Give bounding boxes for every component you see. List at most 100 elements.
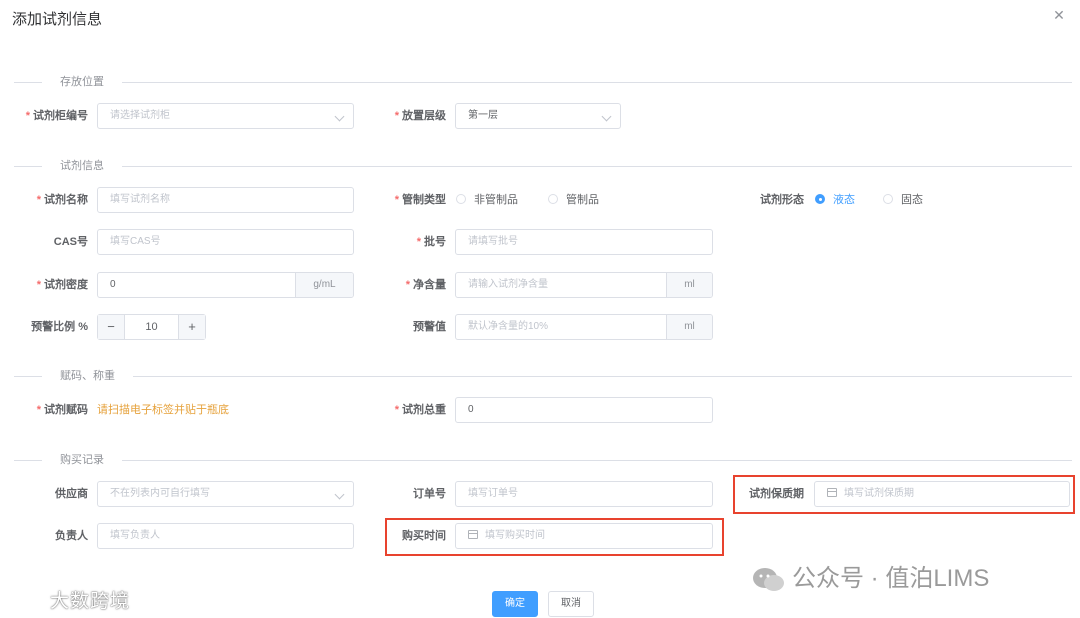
- warn-ratio-value[interactable]: 10: [125, 315, 178, 339]
- form-label-text: 试剂形态: [760, 194, 804, 206]
- cabinet-select[interactable]: 请选择试剂柜: [97, 103, 354, 129]
- confirm-button[interactable]: 确定: [492, 591, 538, 617]
- net-input-placeholder: 请输入试剂净含量: [468, 279, 548, 290]
- cabinet-select-placeholder: 请选择试剂柜: [110, 110, 170, 121]
- section-divider-reagent: 试剂信息: [14, 159, 1072, 173]
- highlight-box-buy-time: [385, 518, 724, 556]
- level-label-text: 放置层级: [402, 110, 446, 122]
- required-mark: *: [394, 404, 399, 416]
- form-label: 试剂形态: [730, 187, 804, 213]
- section-title-storage: 存放位置: [42, 75, 122, 89]
- control-type-label-text: 管制类型: [402, 194, 446, 206]
- density-label-text: 试剂密度: [44, 279, 88, 291]
- total-weight-input[interactable]: 0: [455, 397, 713, 423]
- radio-solid[interactable]: 固态: [883, 187, 923, 213]
- density-input-value: 0: [110, 279, 116, 290]
- level-label: * 放置层级: [368, 103, 446, 129]
- required-mark: *: [36, 404, 41, 416]
- radio-label: 管制品: [566, 194, 599, 206]
- watermark-logo-icon: [10, 593, 42, 608]
- owner-input[interactable]: 填写负责人: [97, 523, 354, 549]
- cas-input-placeholder: 填写CAS号: [110, 236, 161, 247]
- required-mark: *: [25, 110, 30, 122]
- net-label-text: 净含量: [413, 279, 446, 291]
- net-unit: ml: [666, 273, 712, 297]
- add-reagent-dialog: 添加试剂信息 ✕ 存放位置 * 试剂柜编号 请选择试剂柜 * 放置层级 第一层 试剂…: [0, 0, 1080, 618]
- watermark-left-text: 大数跨境: [50, 591, 131, 612]
- code-hint: 请扫描电子标签并贴于瓶底: [97, 404, 229, 416]
- cancel-button[interactable]: 取消: [548, 591, 594, 617]
- cas-input[interactable]: 填写CAS号: [97, 229, 354, 255]
- radio-circle-icon: [883, 194, 893, 205]
- chevron-down-icon: [334, 489, 345, 500]
- owner-label-text: 负责人: [55, 530, 88, 542]
- chevron-down-icon: [601, 111, 612, 122]
- radio-label: 非管制品: [474, 194, 518, 206]
- required-mark: *: [36, 279, 41, 291]
- radio-non-controlled[interactable]: 非管制品: [456, 187, 518, 213]
- minus-icon[interactable]: −: [98, 315, 125, 339]
- required-mark: *: [416, 236, 421, 248]
- section-title-reagent: 试剂信息: [42, 159, 122, 173]
- section-title-purchase: 购买记录: [42, 453, 122, 467]
- name-label-text: 试剂名称: [44, 194, 88, 206]
- supplier-label-text: 供应商: [55, 488, 88, 500]
- radio-circle-icon: [548, 194, 558, 205]
- net-label: * 净含量: [368, 272, 446, 298]
- density-unit: g/mL: [295, 273, 353, 297]
- supplier-select-placeholder: 不在列表内可自行填写: [110, 488, 210, 499]
- batch-input[interactable]: 请填写批号: [455, 229, 713, 255]
- owner-input-placeholder: 填写负责人: [110, 530, 160, 541]
- cas-label: CAS号: [10, 229, 88, 255]
- net-input[interactable]: 请输入试剂净含量 ml: [455, 272, 713, 298]
- required-mark: *: [394, 110, 399, 122]
- total-weight-label: * 试剂总重: [368, 397, 446, 423]
- warn-value-label-text: 预警值: [413, 321, 446, 333]
- warn-value-unit: ml: [666, 315, 712, 339]
- level-select-value: 第一层: [468, 110, 498, 121]
- watermark-left: 大数跨境: [8, 586, 130, 613]
- watermark-right: 公众号 · 值泊LIMS: [752, 558, 989, 594]
- total-weight-input-value: 0: [468, 404, 474, 415]
- code-label-text: 试剂赋码: [44, 404, 88, 416]
- order-input-placeholder: 填写订单号: [468, 488, 518, 499]
- order-label-text: 订单号: [413, 488, 446, 500]
- warn-value-input-placeholder: 默认净含量的10%: [468, 321, 549, 332]
- section-divider-storage: 存放位置: [14, 75, 1072, 89]
- radio-controlled[interactable]: 管制品: [548, 187, 599, 213]
- level-select[interactable]: 第一层: [455, 103, 621, 129]
- cabinet-label-text: 试剂柜编号: [33, 110, 88, 122]
- cabinet-label: * 试剂柜编号: [10, 103, 88, 129]
- order-label: 订单号: [368, 481, 446, 507]
- highlight-box-shelf-life: [733, 475, 1075, 514]
- name-input[interactable]: 填写试剂名称: [97, 187, 354, 213]
- required-mark: *: [405, 279, 410, 291]
- chevron-down-icon: [334, 111, 345, 122]
- required-mark: *: [394, 194, 399, 206]
- cas-label-text: CAS号: [53, 236, 88, 248]
- control-type-label: * 管制类型: [368, 187, 446, 213]
- order-input[interactable]: 填写订单号: [455, 481, 713, 507]
- radio-label: 固态: [901, 194, 923, 206]
- supplier-label: 供应商: [10, 481, 88, 507]
- plus-icon[interactable]: +: [178, 315, 205, 339]
- section-title-code-weight: 赋码、称重: [42, 369, 133, 383]
- batch-label-text: 批号: [424, 236, 446, 248]
- required-mark: *: [36, 194, 41, 206]
- name-label: * 试剂名称: [10, 187, 88, 213]
- total-weight-label-text: 试剂总重: [402, 404, 446, 416]
- watermark-right-text: 公众号 · 值泊LIMS: [792, 565, 990, 592]
- density-input[interactable]: 0 g/mL: [97, 272, 354, 298]
- owner-label: 负责人: [10, 523, 88, 549]
- warn-ratio-stepper[interactable]: − 10 +: [97, 314, 206, 340]
- code-label: * 试剂赋码: [10, 397, 88, 423]
- warn-ratio-label: 预警比例 %: [10, 314, 88, 340]
- warn-value-input[interactable]: 默认净含量的10% ml: [455, 314, 713, 340]
- radio-circle-icon: [815, 194, 825, 205]
- supplier-select[interactable]: 不在列表内可自行填写: [97, 481, 354, 507]
- dialog-title: 添加试剂信息: [12, 11, 103, 28]
- section-divider-purchase: 购买记录: [14, 453, 1072, 467]
- warn-ratio-label-text: 预警比例 %: [31, 321, 88, 333]
- close-icon[interactable]: ✕: [1052, 8, 1066, 22]
- radio-liquid[interactable]: 液态: [815, 187, 855, 213]
